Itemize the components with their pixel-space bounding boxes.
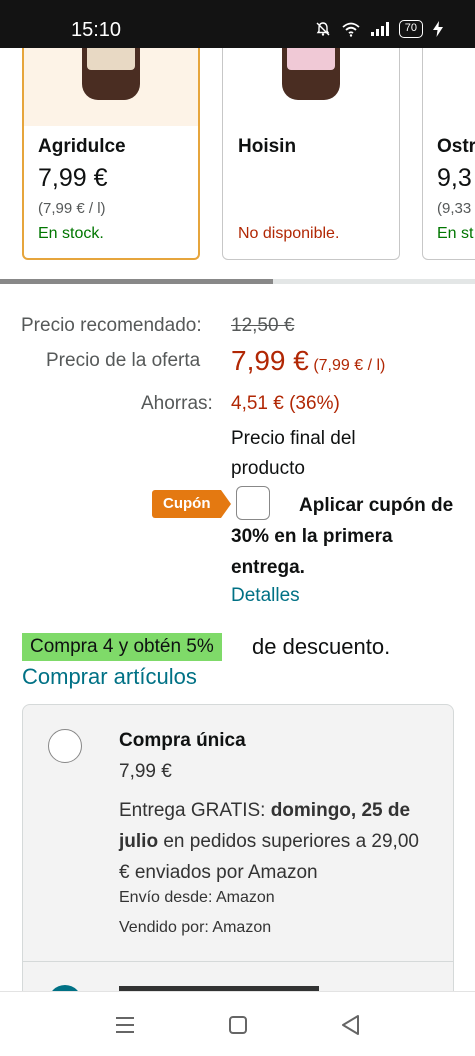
final-price-note: Precio final del producto bbox=[231, 428, 356, 479]
system-nav-bar bbox=[0, 991, 475, 1056]
purchase-options: Compra única 7,99 € Entrega GRATIS: domi… bbox=[22, 704, 454, 1034]
signal-icon bbox=[370, 22, 389, 36]
product-thumbnail bbox=[223, 48, 399, 126]
promo-highlight: Compra 4 y obtén 5% bbox=[22, 633, 222, 661]
option-divider bbox=[23, 961, 453, 962]
variant-availability: No disponible. bbox=[238, 225, 340, 242]
jar-image bbox=[82, 48, 140, 100]
wifi-icon bbox=[342, 22, 360, 37]
delivery-info: Entrega GRATIS: domingo, 25 de julio en … bbox=[119, 795, 429, 888]
bell-off-icon bbox=[316, 22, 330, 36]
variant-price: 9,3 bbox=[437, 164, 472, 192]
variant-unit-price: (7,99 € / l) bbox=[38, 200, 106, 217]
offer-price-label: Precio de la oferta bbox=[46, 350, 201, 371]
product-thumbnail bbox=[423, 48, 475, 126]
status-bar: 15:10 70 bbox=[0, 0, 475, 48]
variant-name: Hoisin bbox=[238, 136, 297, 157]
recommended-price-value: 12,50 € bbox=[231, 315, 295, 336]
savings-label: Ahorras: bbox=[141, 393, 213, 414]
variant-name: Agridulce bbox=[38, 136, 126, 157]
variant-price: 7,99 € bbox=[38, 164, 108, 192]
delivery-suffix: en pedidos superiores a 29,00 € enviados… bbox=[119, 831, 419, 883]
status-icons: 70 bbox=[315, 20, 443, 38]
savings-value: 4,51 € (36%) bbox=[231, 393, 340, 414]
variant-availability: En st bbox=[437, 225, 474, 242]
coupon-details-link[interactable]: Detalles bbox=[231, 585, 300, 607]
recommended-price-label: Precio recomendado: bbox=[21, 315, 202, 336]
coupon-checkbox[interactable] bbox=[236, 486, 270, 520]
charging-icon bbox=[433, 21, 443, 37]
one-time-purchase-title[interactable]: Compra única bbox=[119, 730, 246, 752]
offer-unit-price: (7,99 € / l) bbox=[313, 357, 386, 374]
sold-by: Vendido por: Amazon bbox=[119, 919, 272, 936]
offer-price: 7,99 € (7,99 € / l) bbox=[231, 345, 385, 377]
carousel-scrollbar[interactable] bbox=[0, 279, 475, 284]
one-time-purchase-price: 7,99 € bbox=[119, 761, 172, 782]
shop-items-link[interactable]: Comprar artículos bbox=[22, 664, 197, 690]
carousel-scroll-thumb[interactable] bbox=[0, 279, 273, 284]
ships-from: Envío desde: Amazon bbox=[119, 889, 275, 906]
variant-name: Ostr bbox=[437, 136, 475, 157]
coupon-badge: Cupón bbox=[152, 490, 233, 518]
variant-card-agridulce[interactable]: Agridulce 7,99 € (7,99 € / l) En stock. bbox=[22, 48, 200, 260]
variant-availability: En stock. bbox=[38, 225, 104, 242]
jar-image bbox=[282, 48, 340, 100]
product-thumbnail bbox=[24, 48, 198, 126]
menu-icon[interactable] bbox=[112, 1012, 138, 1038]
variant-carousel[interactable]: Agridulce 7,99 € (7,99 € / l) En stock. … bbox=[0, 48, 475, 284]
one-time-purchase-radio[interactable] bbox=[48, 729, 82, 763]
status-time: 15:10 bbox=[71, 19, 122, 41]
home-icon[interactable] bbox=[225, 1012, 251, 1038]
battery-icon: 70 bbox=[398, 20, 423, 38]
back-icon[interactable] bbox=[338, 1012, 364, 1038]
variant-card-hoisin[interactable]: Hoisin No disponible. bbox=[222, 48, 400, 260]
variant-unit-price: (9,33 bbox=[437, 200, 472, 217]
offer-price-value: 7,99 € bbox=[231, 345, 309, 376]
variant-card-ostra[interactable]: Ostr 9,3 (9,33 En st bbox=[422, 48, 475, 260]
product-page: 15:10 70 Agridulce 7,99 € (7,99 € / l) E… bbox=[0, 0, 475, 1056]
promo-text: de descuento. bbox=[252, 634, 391, 659]
delivery-prefix: Entrega GRATIS: bbox=[119, 800, 271, 821]
